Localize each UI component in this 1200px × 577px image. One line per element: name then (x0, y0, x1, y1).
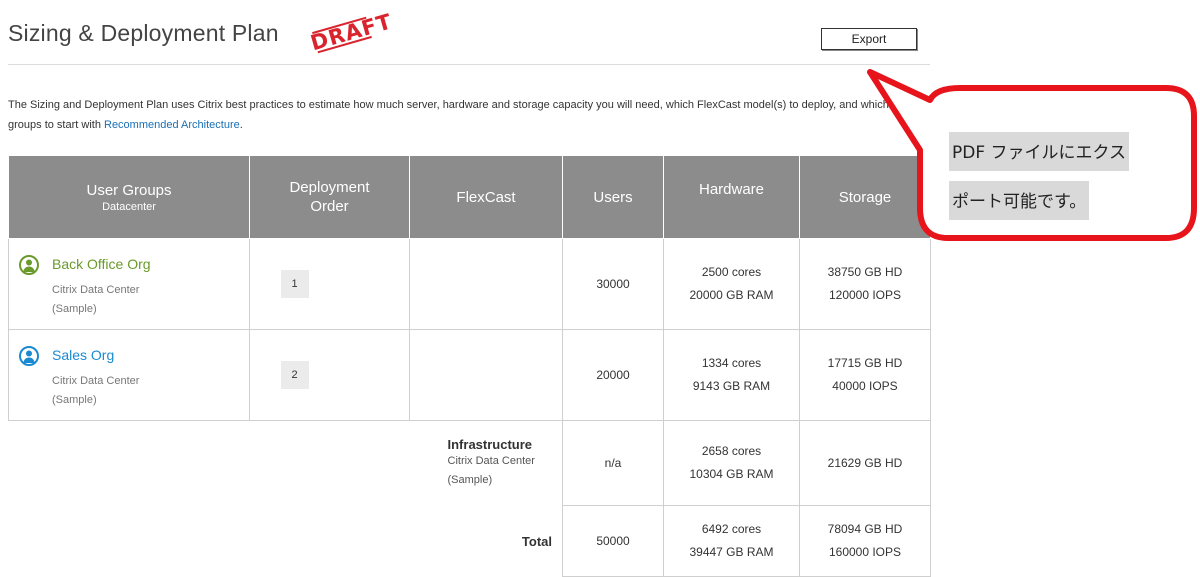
user-group-cell: Back Office Org Citrix Data Center (Samp… (8, 238, 250, 330)
intro-paragraph: The Sizing and Deployment Plan uses Citr… (8, 95, 930, 135)
user-avatar-icon (19, 255, 39, 275)
export-button[interactable]: Export (821, 28, 917, 50)
storage-hd: 38750 GB HD (827, 265, 903, 279)
user-group-datacenter: Citrix Data Center (Sample) (52, 281, 139, 319)
storage-hd: 78094 GB HD (827, 522, 903, 536)
callout-text: PDF ファイルにエクス ポート可能です。 (949, 132, 1159, 230)
user-group-name[interactable]: Sales Org (52, 347, 114, 363)
sizing-plan-table: User Groups Datacenter Deployment Order … (8, 155, 931, 577)
table-row: Back Office Org Citrix Data Center (Samp… (8, 238, 931, 330)
storage-hd: 17715 GB HD (827, 356, 903, 370)
datacenter-name: Citrix Data Center (52, 284, 140, 296)
hardware-cores: 6492 cores (701, 522, 762, 536)
deployment-order-badge[interactable]: 2 (280, 361, 309, 389)
draft-stamp: DRAFT (307, 9, 395, 60)
users-cell: 30000 (562, 238, 664, 330)
infrastructure-row: Infrastructure Citrix Data Center (Sampl… (9, 420, 931, 506)
header-flexcast: FlexCast (409, 155, 563, 239)
infrastructure-datacenter: Citrix Data Center (447, 454, 535, 467)
flexcast-cell (409, 329, 563, 421)
storage-iops: 160000 IOPS (828, 545, 902, 559)
hardware-ram: 10304 GB RAM (689, 467, 774, 481)
deployment-order-cell: 1 (249, 238, 410, 330)
hardware-ram: 20000 GB RAM (689, 288, 774, 302)
datacenter-sample-note: (Sample) (52, 394, 97, 406)
empty-cell (9, 421, 410, 506)
deployment-order-cell: 2 (249, 329, 410, 421)
datacenter-sample-note: (Sample) (52, 303, 97, 315)
total-storage: 78094 GB HD 160000 IOPS (799, 505, 931, 577)
infrastructure-hardware: 2658 cores 10304 GB RAM (663, 420, 800, 506)
table-row: Sales Org Citrix Data Center (Sample) 2 … (8, 329, 931, 421)
header-deployment-order: Deployment Order (249, 155, 410, 239)
storage-cell: 38750 GB HD 120000 IOPS (799, 238, 931, 330)
storage-iops: 40000 IOPS (832, 379, 898, 393)
callout-line-1: PDF ファイルにエクス (949, 132, 1130, 171)
flexcast-cell (409, 238, 563, 330)
callout-line-2: ポート可能です。 (949, 181, 1090, 220)
table-header-row: User Groups Datacenter Deployment Order … (8, 155, 931, 239)
hardware-ram: 39447 GB RAM (689, 545, 774, 559)
header-storage: Storage (799, 155, 931, 239)
user-group-name[interactable]: Back Office Org (52, 256, 151, 272)
hardware-cores: 2500 cores (701, 265, 762, 279)
hardware-cores: 1334 cores (701, 356, 762, 370)
datacenter-name: Citrix Data Center (52, 375, 140, 387)
empty-cell (9, 506, 410, 577)
hardware-ram: 9143 GB RAM (692, 379, 771, 393)
user-group-datacenter: Citrix Data Center (Sample) (52, 372, 139, 410)
deployment-order-badge[interactable]: 1 (280, 270, 309, 298)
header-datacenter-label: Datacenter (102, 200, 156, 213)
user-group-cell: Sales Org Citrix Data Center (Sample) (8, 329, 250, 421)
users-cell: 20000 (562, 329, 664, 421)
hardware-cell: 2500 cores 20000 GB RAM (663, 238, 800, 330)
page-title: Sizing & Deployment Plan (8, 20, 279, 46)
header-user-groups-label: User Groups (86, 181, 172, 199)
storage-iops: 120000 IOPS (828, 288, 902, 302)
header-users: Users (562, 155, 664, 239)
infrastructure-label-cell: Infrastructure Citrix Data Center (Sampl… (409, 420, 563, 506)
recommended-architecture-link[interactable]: Recommended Architecture (104, 119, 240, 131)
header-divider (8, 64, 930, 65)
user-avatar-icon (19, 346, 39, 366)
infrastructure-storage: 21629 GB HD (799, 420, 931, 506)
header-deployment-order-label: Deployment Order (289, 179, 370, 215)
hardware-cell: 1334 cores 9143 GB RAM (663, 329, 800, 421)
infrastructure-sample-note: (Sample) (447, 473, 493, 486)
infrastructure-label: Infrastructure (447, 436, 533, 452)
total-hardware: 6492 cores 39447 GB RAM (663, 505, 800, 577)
intro-suffix: . (239, 119, 243, 131)
storage-cell: 17715 GB HD 40000 IOPS (799, 329, 931, 421)
header-hardware: Hardware (663, 155, 800, 239)
infrastructure-users: n/a (562, 420, 664, 506)
total-users: 50000 (562, 505, 664, 577)
total-label: Total (409, 505, 563, 577)
header-user-groups: User Groups Datacenter (8, 155, 250, 239)
total-row: Total 50000 6492 cores 39447 GB RAM 7809… (9, 505, 931, 577)
hardware-cores: 2658 cores (701, 444, 762, 458)
